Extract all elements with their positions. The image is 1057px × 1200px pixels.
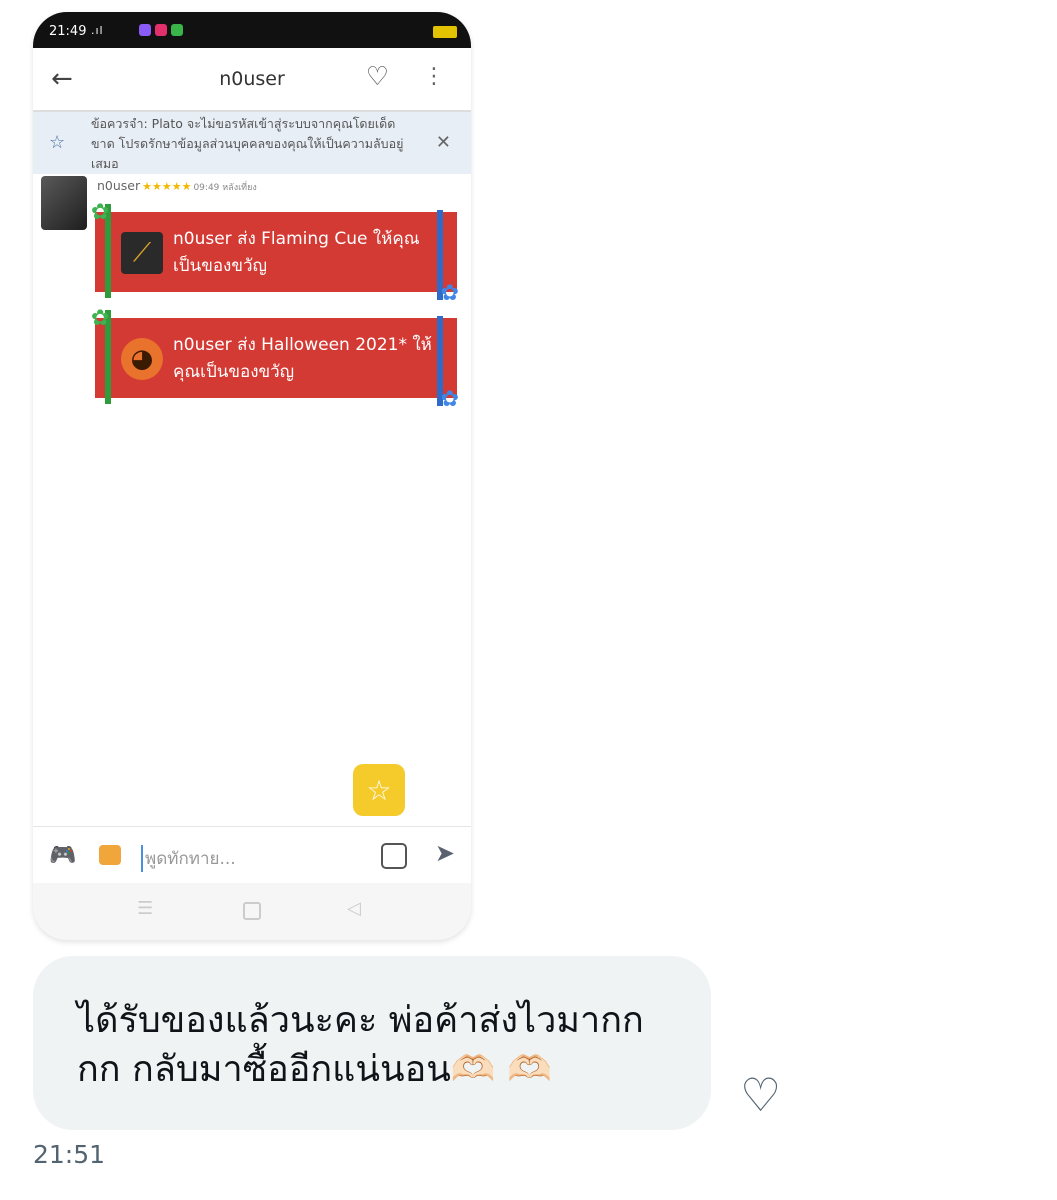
message-time: 09:49 หลังเที่ยง: [193, 183, 257, 193]
chat-header: ← n0user ♡ ⋮: [33, 48, 471, 112]
message-input[interactable]: พูดทักทาย...: [141, 845, 365, 872]
reply-text: ได้รับของแล้วนะคะ พ่อค้าส่งไวมากกกก กลับ…: [77, 1000, 644, 1090]
rating-stars: ★★★★★: [142, 180, 192, 193]
signal-icon: .ıl: [91, 24, 104, 37]
send-icon[interactable]: ➤: [435, 839, 455, 867]
chat-title: n0user: [219, 68, 285, 90]
avatar[interactable]: [41, 176, 87, 230]
android-nav-bar: ☰ ◁: [33, 884, 471, 940]
battery-icon: [433, 26, 457, 38]
more-options-icon[interactable]: ⋮: [423, 64, 445, 89]
instagram-icon: [155, 24, 167, 36]
sender-name: n0user: [97, 178, 141, 193]
message-composer: 🎮 พูดทักทาย... ➤: [33, 826, 471, 883]
home-icon[interactable]: [243, 902, 261, 920]
gift-text: n0user ส่ง Halloween 2021* ให้คุณเป็นของ…: [173, 335, 432, 382]
gamepad-icon[interactable]: 🎮: [49, 843, 76, 868]
cue-icon: ⟋: [121, 232, 163, 274]
heart-plus-icon[interactable]: ♡: [740, 1068, 781, 1122]
star-button[interactable]: ☆: [353, 764, 405, 816]
gift-box-icon[interactable]: [99, 845, 121, 865]
close-icon[interactable]: ✕: [436, 132, 451, 153]
reply-bubble: ได้รับของแล้วนะคะ พ่อค้าส่งไวมากกกก กลับ…: [33, 956, 711, 1130]
nav-back-icon[interactable]: ◁: [347, 898, 361, 919]
notice-banner: ☆ ข้อควรจำ: Plato จะไม่ขอรหัสเข้าสู่ระบบ…: [33, 112, 471, 174]
gift-card[interactable]: ✿ ✿ ⟋ n0user ส่ง Flaming Cue ให้คุณเป็นข…: [91, 200, 459, 306]
recent-apps-icon[interactable]: ☰: [137, 898, 153, 919]
gift-text: n0user ส่ง Flaming Cue ให้คุณเป็นของขวัญ: [173, 229, 420, 276]
sticker-icon[interactable]: [381, 843, 407, 869]
chat-area: n0user ★★★★★ 09:49 หลังเที่ยง ✿ ✿ ⟋ n0user…: [33, 174, 471, 830]
pumpkin-icon: ◕: [121, 338, 163, 380]
bow-icon: ✿: [91, 306, 110, 331]
sender-line: n0user ★★★★★ 09:49 หลังเที่ยง: [97, 178, 257, 194]
notice-text: ข้อควรจำ: Plato จะไม่ขอรหัสเข้าสู่ระบบจา…: [91, 116, 404, 171]
reply-time: 21:51: [33, 1140, 106, 1169]
app-icon: [171, 24, 183, 36]
bow-icon: ✿: [440, 387, 459, 412]
bow-icon: ✿: [91, 200, 110, 225]
pin-icon: ☆: [49, 132, 66, 153]
heart-icon[interactable]: ♡: [366, 62, 389, 92]
phone-screenshot: 21:49 .ıl ← n0user ♡ ⋮ ☆ ข้อควรจำ: Plato…: [33, 12, 471, 940]
status-time: 21:49: [49, 24, 87, 39]
notification-icons: [139, 24, 183, 36]
status-bar: 21:49 .ıl: [33, 12, 471, 48]
gift-card[interactable]: ✿ ✿ ◕ n0user ส่ง Halloween 2021* ให้คุณเ…: [91, 306, 459, 412]
bow-icon: ✿: [440, 281, 459, 306]
app-icon: [139, 24, 151, 36]
